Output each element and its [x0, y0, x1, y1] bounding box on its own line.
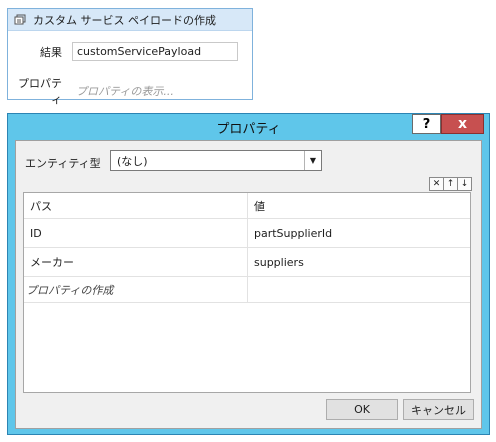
entity-type-select[interactable]: (なし) ▼: [110, 150, 322, 171]
dialog-content: エンティティ型 (なし) ▼ ✕ ↑ ↓ パス 値 ID partSupplie…: [15, 140, 482, 429]
value-cell[interactable]: partSupplierId: [248, 219, 470, 247]
column-header-path: パス: [24, 193, 248, 218]
properties-dialog: プロパティ ? x エンティティ型 (なし) ▼ ✕ ↑ ↓ パス 値 ID p…: [7, 113, 490, 435]
result-label: 結果: [40, 45, 62, 59]
properties-label: プロパティ: [18, 77, 62, 106]
activity-header: カスタム サービス ペイロードの作成: [8, 9, 252, 31]
entity-type-label: エンティティ型: [25, 157, 101, 170]
close-button[interactable]: x: [441, 114, 484, 134]
dialog-title: プロパティ: [216, 121, 281, 137]
table-row[interactable]: ID partSupplierId: [24, 219, 470, 248]
grid-toolbar: ✕ ↑ ↓: [429, 177, 472, 191]
help-button[interactable]: ?: [412, 114, 441, 134]
arrow-up-icon[interactable]: ↑: [443, 177, 458, 191]
ok-button[interactable]: OK: [326, 399, 398, 420]
delete-icon[interactable]: ✕: [429, 177, 444, 191]
column-header-value: 値: [254, 199, 265, 213]
cancel-button[interactable]: キャンセル: [403, 399, 474, 420]
activity-title: カスタム サービス ペイロードの作成: [33, 13, 216, 27]
path-cell[interactable]: ID: [24, 219, 248, 247]
result-input[interactable]: customServicePayload: [72, 42, 238, 61]
payload-activity-icon: [13, 13, 27, 27]
create-property-cell[interactable]: プロパティの作成: [24, 277, 248, 302]
add-property-row[interactable]: プロパティの作成: [24, 277, 470, 303]
entity-type-value: (なし): [117, 154, 148, 168]
payload-activity-card[interactable]: カスタム サービス ペイロードの作成 結果 customServicePaylo…: [7, 8, 253, 106]
dialog-titlebar[interactable]: プロパティ ? x: [8, 114, 489, 140]
chevron-down-icon[interactable]: ▼: [304, 151, 321, 170]
value-cell[interactable]: suppliers: [248, 248, 470, 276]
empty-value-cell[interactable]: [248, 277, 470, 302]
path-cell[interactable]: メーカー: [24, 248, 248, 276]
close-icon: x: [457, 116, 468, 132]
table-row[interactable]: メーカー suppliers: [24, 248, 470, 277]
properties-link[interactable]: プロパティの表示...: [72, 83, 174, 99]
arrow-down-icon[interactable]: ↓: [457, 177, 472, 191]
properties-grid: パス 値 ID partSupplierId メーカー suppliers プロ…: [23, 192, 471, 393]
grid-header-row: パス 値: [24, 193, 470, 219]
